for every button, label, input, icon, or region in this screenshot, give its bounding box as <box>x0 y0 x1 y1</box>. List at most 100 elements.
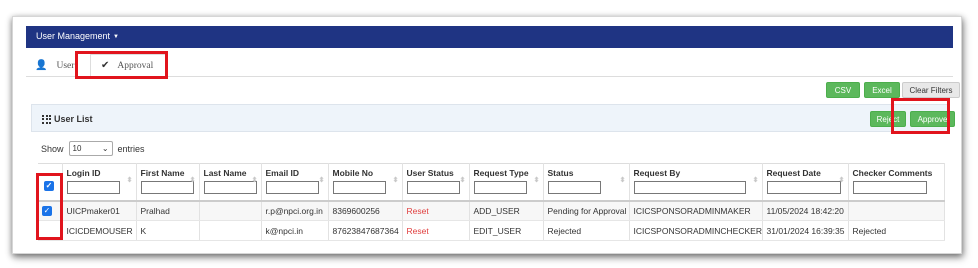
col-request-date[interactable]: Request Date ⬍ <box>762 163 849 202</box>
excel-button[interactable]: Excel <box>864 82 900 98</box>
filter-login-id[interactable] <box>66 181 120 194</box>
col-first-name-label: First Name <box>140 168 185 178</box>
col-last-name[interactable]: Last Name ⬍ <box>199 163 262 202</box>
clear-filters-button[interactable]: Clear Filters <box>902 82 960 98</box>
caret-down-icon: ▼ <box>113 34 119 40</box>
approve-button[interactable]: Approve <box>910 111 955 127</box>
filter-request-date[interactable] <box>766 181 841 194</box>
sort-icon: ⬍ <box>752 177 759 184</box>
cell-first-name: K <box>136 220 200 241</box>
filter-email-id[interactable] <box>265 181 319 194</box>
tab-bar: 👤 User ✔ Approval <box>26 48 953 77</box>
cell-checker-comments <box>848 200 945 221</box>
filter-request-type[interactable] <box>473 181 527 194</box>
show-label: Show <box>41 143 64 154</box>
cell-request-date: 11/05/2024 18:42:20 <box>762 200 849 221</box>
tab-user-label: User <box>56 60 75 71</box>
cell-checker-comments: Rejected <box>848 220 945 241</box>
col-checker-comments-label: Checker Comments <box>852 168 933 178</box>
app-window: User Management ▼ 👤 User ✔ Approval CSV E… <box>12 16 962 254</box>
col-status[interactable]: Status ⬍ <box>543 163 630 202</box>
col-checker-comments[interactable]: Checker Comments <box>848 163 945 202</box>
cell-request-type: EDIT_USER <box>469 220 544 241</box>
sort-icon: ⬍ <box>838 177 845 184</box>
cell-user-status: Reset <box>402 200 470 221</box>
tab-approval-label: Approval <box>117 60 154 71</box>
cell-login-id: ICICDEMOUSER <box>62 220 137 241</box>
col-email-id-label: Email ID <box>265 168 300 178</box>
col-mobile-no[interactable]: Mobile No ⬍ <box>328 163 403 202</box>
row-checkbox[interactable]: ✓ <box>42 206 52 217</box>
sort-icon: ⬍ <box>251 177 258 184</box>
grid-icon <box>42 114 51 124</box>
cell-last-name <box>199 200 262 221</box>
panel-title-label: User List <box>54 114 93 124</box>
page-length-value: 10 <box>72 144 82 153</box>
filter-mobile-no[interactable] <box>332 181 386 194</box>
panel-title: User List <box>42 114 93 124</box>
user-list-table: ✓ Login ID ⬍ First Name ⬍ Last Name ⬍ Email… <box>38 163 945 241</box>
tab-user[interactable]: 👤 User <box>35 54 74 77</box>
row-checkbox-cell: ✓ <box>38 200 63 221</box>
select-all-header: ✓ <box>38 163 63 202</box>
filter-last-name[interactable] <box>203 181 257 194</box>
filter-request-by[interactable] <box>633 181 746 194</box>
col-user-status-label: User Status <box>406 168 454 178</box>
filter-user-status[interactable] <box>406 181 460 194</box>
table-row[interactable]: ICICDEMOUSER K k@npci.in 87623847687364 … <box>38 220 945 241</box>
sort-icon: ⬍ <box>189 177 196 184</box>
col-request-by-label: Request By <box>633 168 681 178</box>
entries-label: entries <box>117 143 145 154</box>
col-login-id[interactable]: Login ID ⬍ <box>62 163 137 202</box>
cell-email-id: k@npci.in <box>261 220 329 241</box>
select-all-checkbox[interactable]: ✓ <box>44 181 54 191</box>
sort-icon: ⬍ <box>619 177 626 184</box>
sort-icon: ⬍ <box>459 177 466 184</box>
col-mobile-no-label: Mobile No <box>332 168 374 178</box>
export-toolbar: CSV Excel Clear Filters <box>26 81 960 101</box>
table-header-row: ✓ Login ID ⬍ First Name ⬍ Last Name ⬍ Email… <box>38 163 945 202</box>
cell-last-name <box>199 220 262 241</box>
csv-button[interactable]: CSV <box>826 82 860 98</box>
filter-first-name[interactable] <box>140 181 194 194</box>
cell-request-type: ADD_USER <box>469 200 544 221</box>
col-first-name[interactable]: First Name ⬍ <box>136 163 200 202</box>
user-list-panel-header: User List Reject Approve <box>31 104 955 132</box>
col-request-by[interactable]: Request By ⬍ <box>629 163 763 202</box>
user-icon: 👤 <box>35 60 48 71</box>
row-checkbox-cell <box>38 220 63 241</box>
sort-icon: ⬍ <box>126 177 133 184</box>
col-last-name-label: Last Name <box>203 168 247 178</box>
cell-status: Pending for Approval <box>543 200 630 221</box>
page-length-select[interactable]: 10 ⌄ <box>68 141 113 156</box>
col-request-type-label: Request Type <box>473 168 529 178</box>
cell-login-id: UICPmaker01 <box>62 200 137 221</box>
col-status-label: Status <box>547 168 574 178</box>
col-email-id[interactable]: Email ID ⬍ <box>261 163 329 202</box>
table-row[interactable]: ✓ UICPmaker01 Pralhad r.p@npci.org.in 83… <box>38 200 945 221</box>
sort-icon: ⬍ <box>392 177 399 184</box>
user-management-label: User Management <box>36 31 111 41</box>
reset-link[interactable]: Reset <box>407 206 429 216</box>
cell-request-date: 31/01/2024 16:39:35 <box>762 220 849 241</box>
user-management-menu[interactable]: User Management ▼ <box>36 31 119 41</box>
cell-mobile-no: 87623847687364 <box>328 220 403 241</box>
sort-icon: ⬍ <box>318 177 325 184</box>
cell-user-status: Reset <box>402 220 470 241</box>
reject-button[interactable]: Reject <box>870 111 906 127</box>
reset-link[interactable]: Reset <box>407 226 429 236</box>
page-length-control: Show 10 ⌄ entries <box>41 141 145 156</box>
cell-first-name: Pralhad <box>136 200 200 221</box>
tab-approval[interactable]: ✔ Approval <box>90 54 166 77</box>
col-request-type[interactable]: Request Type ⬍ <box>469 163 544 202</box>
top-navbar: User Management ▼ <box>26 26 953 48</box>
filter-status[interactable] <box>547 181 601 194</box>
cell-request-by: ICICSPONSORADMINMAKER <box>629 200 763 221</box>
col-user-status[interactable]: User Status ⬍ <box>402 163 470 202</box>
sort-icon: ⬍ <box>533 177 540 184</box>
filter-checker-comments[interactable] <box>852 181 927 194</box>
col-request-date-label: Request Date <box>766 168 821 178</box>
check-icon: ✔ <box>101 60 110 71</box>
col-login-id-label: Login ID <box>66 168 101 178</box>
cell-request-by: ICICSPONSORADMINCHECKER <box>629 220 763 241</box>
